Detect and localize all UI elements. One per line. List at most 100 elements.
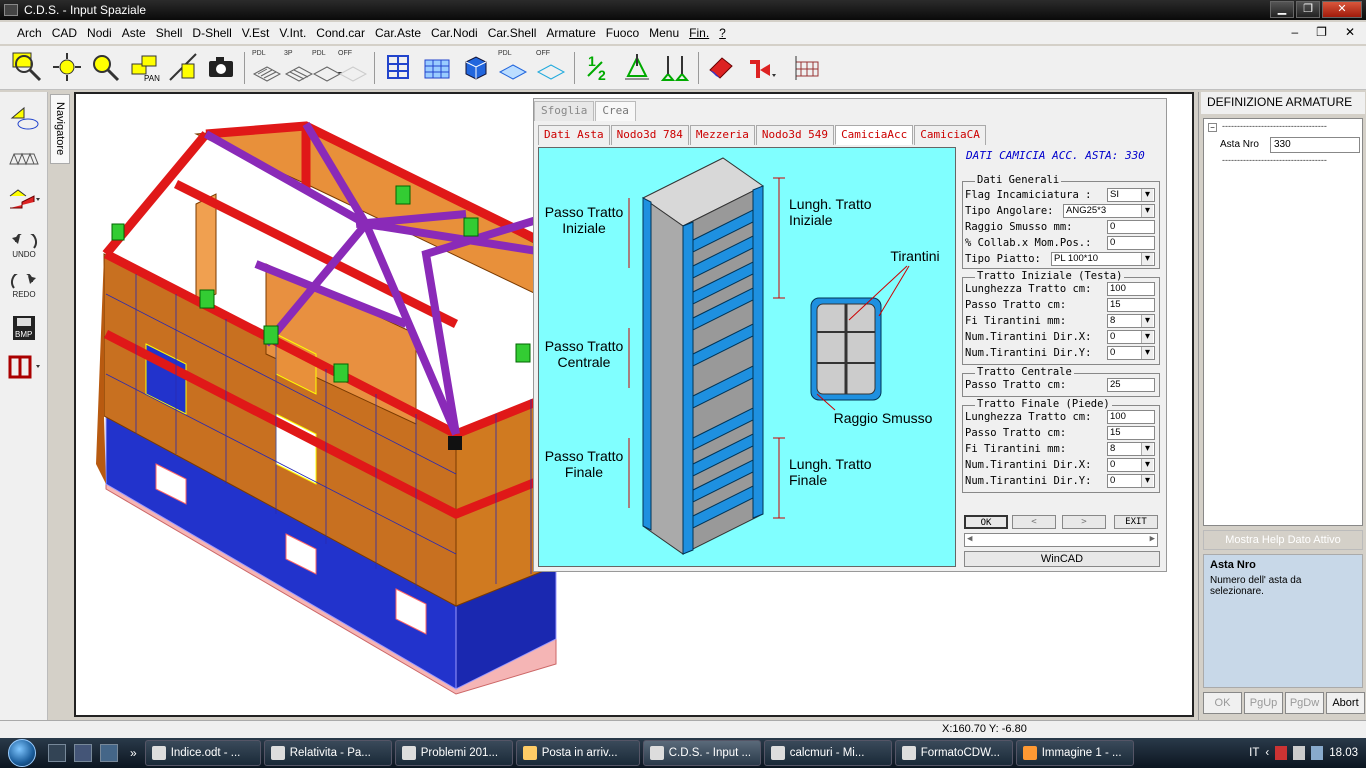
menu-car-aste[interactable]: Car.Aste <box>370 26 426 40</box>
start-button[interactable] <box>0 738 44 768</box>
task-problemi[interactable]: Problemi 201... <box>394 740 513 766</box>
task-immagine[interactable]: Immagine 1 - ... <box>1015 740 1134 766</box>
beam-edit-icon[interactable] <box>6 184 42 216</box>
quicklaunch-desktop-icon[interactable] <box>100 744 118 762</box>
panel-abort-button[interactable]: Abort <box>1326 692 1365 714</box>
select-tipo-angolare[interactable]: ANG25*3 <box>1063 204 1155 218</box>
off-view-icon[interactable]: OFF <box>336 50 370 84</box>
asta-nro-input[interactable]: 330 <box>1270 137 1360 153</box>
constraints-icon[interactable] <box>658 50 692 84</box>
select-numy-iniziale[interactable]: 0 <box>1107 346 1155 360</box>
off-floor-icon[interactable]: OFF <box>534 50 568 84</box>
tray-network-icon[interactable] <box>1293 746 1306 760</box>
navigator-tab[interactable]: Navigatore <box>50 94 70 164</box>
select-numx-finale[interactable]: 0 <box>1107 458 1155 472</box>
language-indicator[interactable]: IT <box>1249 747 1259 759</box>
input-collab-mom-pos[interactable]: 0 <box>1107 236 1155 250</box>
panel-ok-button[interactable]: OK <box>1203 692 1242 714</box>
subtab-nodo3d-784[interactable]: Nodo3d 784 <box>610 125 689 145</box>
exit-button[interactable]: EXIT <box>1114 515 1158 529</box>
select-tipo-piatto[interactable]: PL 100*10 <box>1051 252 1155 266</box>
task-formato[interactable]: FormatoCDW... <box>894 740 1013 766</box>
camera-icon[interactable] <box>204 50 238 84</box>
frame-view-icon[interactable] <box>382 50 416 84</box>
scroll-right-icon[interactable]: ▶ <box>1150 534 1155 544</box>
wincad-button[interactable]: WinCAD <box>964 551 1160 567</box>
panel-pgdw-button[interactable]: PgDw <box>1285 692 1324 714</box>
tray-app-icon[interactable] <box>1275 746 1288 760</box>
measure-icon[interactable] <box>166 50 200 84</box>
select-fi-iniziale[interactable]: 8 <box>1107 314 1155 328</box>
menu-fin[interactable]: Fin. <box>684 26 714 40</box>
menu-arch[interactable]: Arch <box>12 26 47 40</box>
menu-v-int[interactable]: V.Int. <box>274 26 311 40</box>
panel-pgup-button[interactable]: PgUp <box>1244 692 1283 714</box>
pan-icon[interactable]: PAN <box>128 50 162 84</box>
menu-car-nodi[interactable]: Car.Nodi <box>426 26 483 40</box>
prev-button[interactable]: < <box>1012 515 1056 529</box>
section-icon[interactable] <box>744 50 778 84</box>
menu-v-est[interactable]: V.Est <box>237 26 275 40</box>
building-view-icon[interactable] <box>420 50 454 84</box>
quicklaunch-more-icon[interactable]: » <box>130 746 137 760</box>
menu-car-shell[interactable]: Car.Shell <box>483 26 542 40</box>
mdi-minimize-icon[interactable]: – <box>1286 25 1303 39</box>
mdi-restore-icon[interactable]: ❐ <box>1311 25 1332 39</box>
menu-shell[interactable]: Shell <box>151 26 188 40</box>
zoom-window-icon[interactable] <box>10 50 44 84</box>
task-calcmuri[interactable]: calcmuri - Mi... <box>763 740 892 766</box>
ok-button[interactable]: OK <box>964 515 1008 529</box>
solid-view-icon[interactable] <box>458 50 492 84</box>
scroll-left-icon[interactable]: ◀ <box>967 534 972 544</box>
pdl-floor-icon[interactable]: PDL <box>496 50 530 84</box>
menu-d-shell[interactable]: D-Shell <box>187 26 236 40</box>
input-passo-centrale[interactable]: 25 <box>1107 378 1155 392</box>
grid-icon[interactable] <box>790 50 824 84</box>
input-lungh-iniziale[interactable]: 100 <box>1107 282 1155 296</box>
frame-select-icon[interactable] <box>6 350 42 382</box>
zoom-dynamic-icon[interactable] <box>88 50 122 84</box>
select-flag-incamiciatura[interactable]: SI <box>1107 188 1155 202</box>
minimize-button[interactable]: ▁ <box>1270 1 1294 18</box>
subtab-dati-asta[interactable]: Dati Asta <box>538 125 610 145</box>
eraser-icon[interactable] <box>704 50 738 84</box>
tab-sfoglia[interactable]: Sfoglia <box>534 101 595 121</box>
input-lungh-finale[interactable]: 100 <box>1107 410 1155 424</box>
undo-button[interactable]: UNDO <box>6 230 42 262</box>
close-button[interactable]: ✕ <box>1322 1 1362 18</box>
support-icon[interactable] <box>620 50 654 84</box>
mdi-close-icon[interactable]: ✕ <box>1340 25 1360 39</box>
menu-nodi[interactable]: Nodi <box>82 26 117 40</box>
collapse-icon[interactable]: − <box>1208 123 1217 132</box>
fraction-icon[interactable]: 12 <box>582 50 616 84</box>
quicklaunch-window-icon[interactable] <box>74 744 92 762</box>
select-fi-finale[interactable]: 8 <box>1107 442 1155 456</box>
subtab-camicia-ca[interactable]: CamiciaCA <box>914 125 986 145</box>
select-numx-iniziale[interactable]: 0 <box>1107 330 1155 344</box>
bmp-export-icon[interactable]: BMP <box>6 312 42 344</box>
task-cds[interactable]: C.D.S. - Input ... <box>642 740 761 766</box>
subtab-nodo3d-549[interactable]: Nodo3d 549 <box>755 125 835 145</box>
menu-fuoco[interactable]: Fuoco <box>601 26 644 40</box>
menu-aste[interactable]: Aste <box>117 26 151 40</box>
menu-menu[interactable]: Menu <box>644 26 684 40</box>
task-relativita[interactable]: Relativita - Pa... <box>263 740 392 766</box>
select-numy-finale[interactable]: 0 <box>1107 474 1155 488</box>
tray-expand-icon[interactable]: ‹ <box>1265 747 1269 759</box>
subtab-camicia-acc[interactable]: CamiciaAcc <box>835 125 914 145</box>
clock[interactable]: 18.03 <box>1329 747 1358 759</box>
menu-help[interactable]: ? <box>714 26 731 40</box>
task-indice[interactable]: Indice.odt - ... <box>144 740 261 766</box>
input-raggio-smusso[interactable]: 0 <box>1107 220 1155 234</box>
tray-volume-icon[interactable] <box>1311 746 1324 760</box>
drawing-tool-icon[interactable] <box>6 102 42 134</box>
show-help-button[interactable]: Mostra Help Dato Attivo <box>1203 530 1363 550</box>
maximize-button[interactable]: ❐ <box>1296 1 1320 18</box>
input-passo-iniziale[interactable]: 15 <box>1107 298 1155 312</box>
redo-button[interactable]: REDO <box>6 270 42 302</box>
input-passo-finale[interactable]: 15 <box>1107 426 1155 440</box>
horizontal-scrollbar[interactable]: ◀ ▶ <box>964 533 1158 547</box>
menu-cond-car[interactable]: Cond.car <box>311 26 370 40</box>
quicklaunch-check-icon[interactable] <box>48 744 66 762</box>
menu-armature[interactable]: Armature <box>541 26 600 40</box>
